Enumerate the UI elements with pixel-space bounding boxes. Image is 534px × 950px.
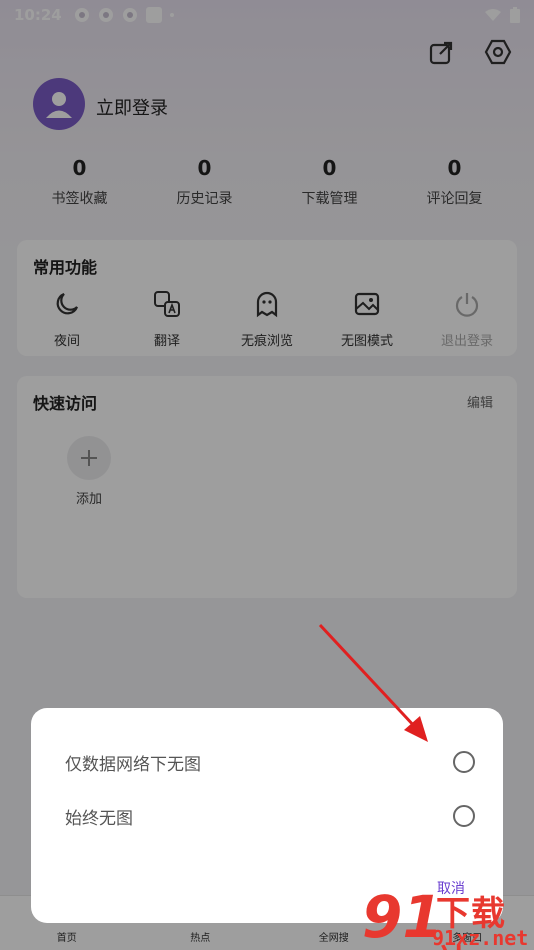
radio-button[interactable] — [453, 751, 475, 773]
option-label: 始终无图 — [65, 808, 133, 829]
watermark-url: 91xz.net — [432, 926, 529, 950]
watermark: 91 下载站 91xz.net — [362, 884, 534, 950]
option-always[interactable]: 始终无图 — [65, 801, 475, 831]
watermark-logo: 91 — [362, 883, 443, 950]
radio-button[interactable] — [453, 805, 475, 827]
option-mobile-data-only[interactable]: 仅数据网络下无图 — [65, 747, 475, 777]
option-label: 仅数据网络下无图 — [65, 754, 201, 775]
